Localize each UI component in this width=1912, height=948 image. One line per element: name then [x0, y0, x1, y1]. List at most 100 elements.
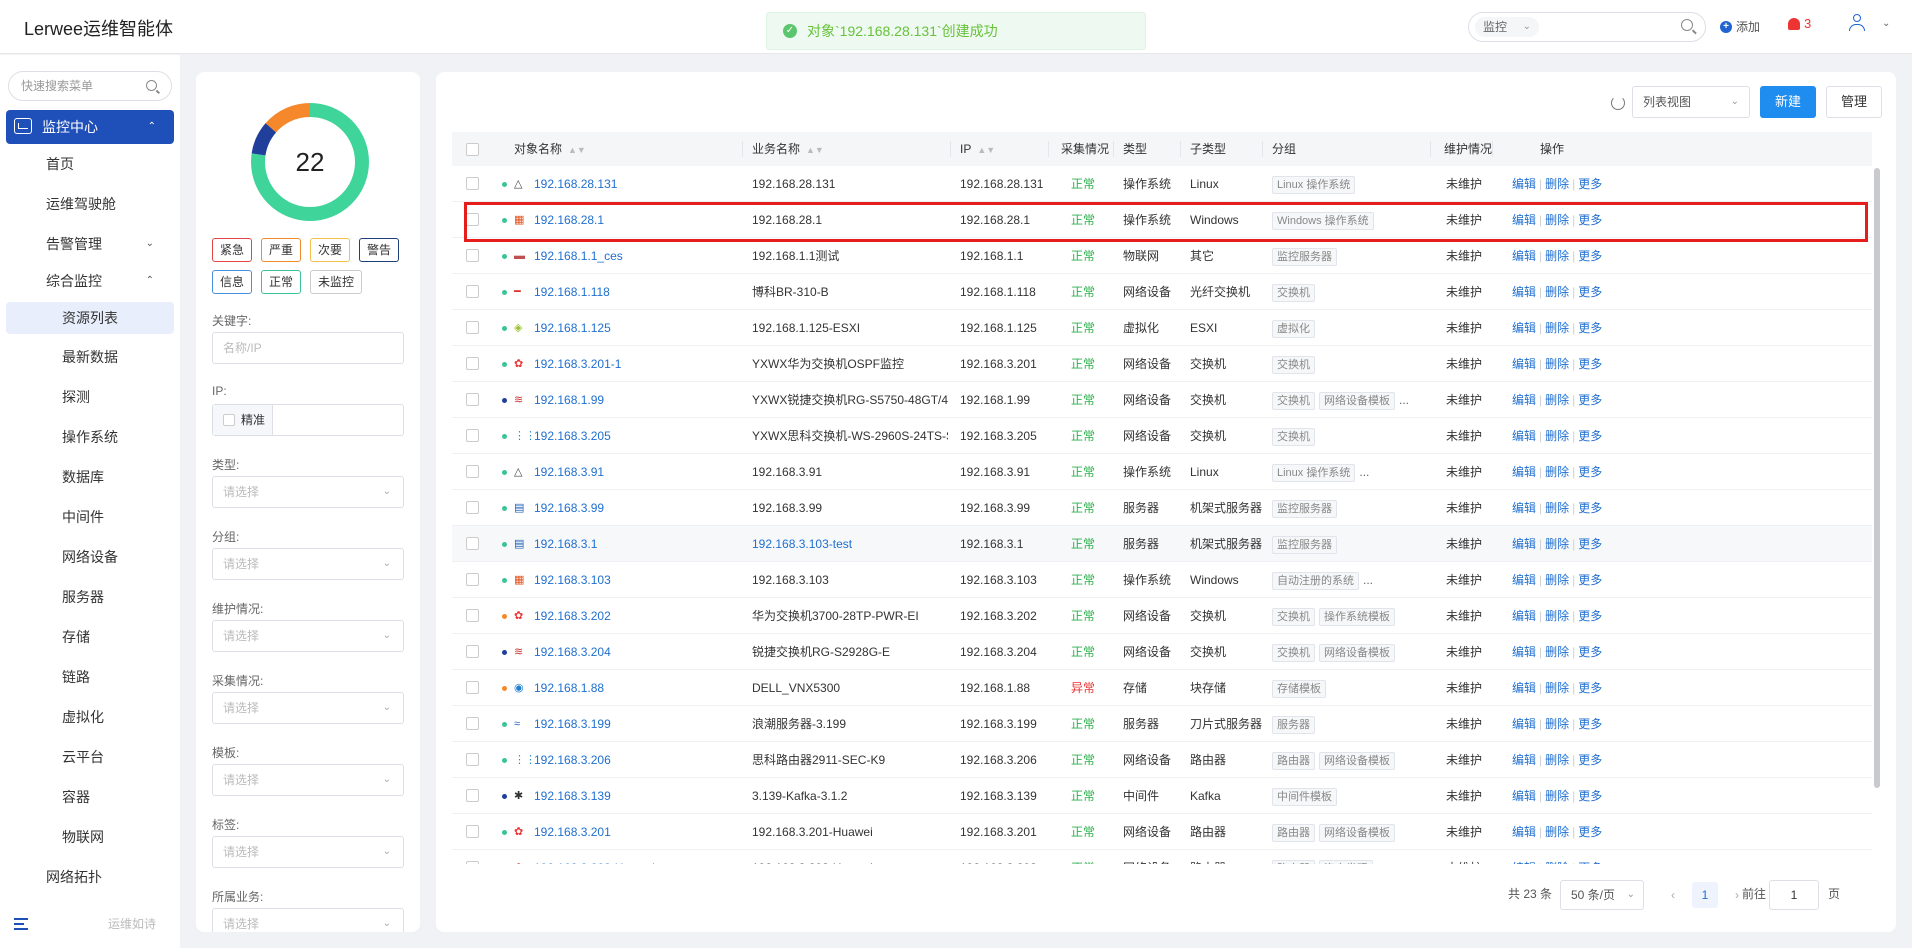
filter-tag-minor[interactable]: 次要 [310, 238, 351, 262]
sidebar-item-link[interactable]: 链路 [0, 662, 180, 692]
object-name-link[interactable]: 192.168.28.131 [534, 166, 738, 202]
more-link[interactable]: 更多 [1578, 537, 1602, 551]
more-link[interactable]: 更多 [1578, 249, 1602, 263]
sidebar-item-resource-list[interactable]: 资源列表 [6, 302, 174, 334]
search-icon[interactable] [1681, 19, 1693, 31]
edit-link[interactable]: 编辑 [1512, 465, 1536, 479]
object-name-link[interactable]: 192.168.3.205 [534, 418, 738, 454]
more-link[interactable]: 更多 [1578, 717, 1602, 731]
object-name-link[interactable]: 192.168.3.139 [534, 778, 738, 814]
edit-link[interactable]: 编辑 [1512, 177, 1536, 191]
more-link[interactable]: 更多 [1578, 285, 1602, 299]
object-name-link[interactable]: 192.168.3.208-Huawei [534, 850, 738, 864]
object-name-link[interactable]: 192.168.3.202 [534, 598, 738, 634]
object-name-link[interactable]: 192.168.3.204 [534, 634, 738, 670]
more-link[interactable]: 更多 [1578, 753, 1602, 767]
edit-link[interactable]: 编辑 [1512, 501, 1536, 515]
edit-link[interactable]: 编辑 [1512, 573, 1536, 587]
sidebar-group-monitor-center[interactable]: 监控中心 ⌃ [6, 110, 174, 144]
table-row[interactable]: ▦ 192.168.3.103 192.168.3.103 192.168.3.… [452, 562, 1872, 598]
delete-link[interactable]: 删除 [1545, 753, 1569, 767]
edit-link[interactable]: 编辑 [1512, 753, 1536, 767]
header-ip[interactable]: IP ▲▼ [960, 132, 995, 166]
edit-link[interactable]: 编辑 [1512, 357, 1536, 371]
edit-link[interactable]: 编辑 [1512, 321, 1536, 335]
delete-link[interactable]: 删除 [1545, 285, 1569, 299]
delete-link[interactable]: 删除 [1545, 465, 1569, 479]
table-row[interactable]: ✿ 192.168.3.208-Huawei 192.168.3.208-Hua… [452, 850, 1872, 864]
collect-select[interactable]: 请选择 ⌄ [212, 692, 404, 724]
sidebar-item-os[interactable]: 操作系统 [0, 422, 180, 452]
more-groups[interactable]: ... [1363, 573, 1373, 587]
delete-link[interactable]: 删除 [1545, 825, 1569, 839]
more-link[interactable]: 更多 [1578, 609, 1602, 623]
sidebar-item-probe[interactable]: 探测 [0, 382, 180, 412]
edit-link[interactable]: 编辑 [1512, 717, 1536, 731]
global-search[interactable]: 监控 ⌄ [1468, 12, 1706, 42]
edit-link[interactable]: 编辑 [1512, 645, 1536, 659]
delete-link[interactable]: 删除 [1545, 717, 1569, 731]
table-row[interactable]: ⋮⋮ 192.168.3.205 YXWX思科交换机-WS-2960S-24TS… [452, 418, 1872, 454]
table-row[interactable]: ◈ 192.168.1.125 192.168.1.125-ESXI 192.1… [452, 310, 1872, 346]
row-checkbox[interactable] [466, 249, 479, 262]
more-link[interactable]: 更多 [1578, 357, 1602, 371]
delete-link[interactable]: 删除 [1545, 357, 1569, 371]
row-checkbox[interactable] [466, 321, 479, 334]
row-checkbox[interactable] [466, 609, 479, 622]
more-link[interactable]: 更多 [1578, 645, 1602, 659]
vertical-scrollbar[interactable] [1874, 168, 1880, 788]
row-checkbox[interactable] [466, 501, 479, 514]
goto-page-input[interactable]: 1 [1769, 880, 1819, 910]
object-name-link[interactable]: 192.168.1.1_ces [534, 238, 738, 274]
header-name[interactable]: 对象名称 ▲▼ [514, 132, 586, 166]
sidebar-item-virtualization[interactable]: 虚拟化 [0, 702, 180, 732]
more-link[interactable]: 更多 [1578, 321, 1602, 335]
object-name-link[interactable]: 192.168.1.88 [534, 670, 738, 706]
sidebar-item-server[interactable]: 服务器 [0, 582, 180, 612]
row-checkbox[interactable] [466, 573, 479, 586]
row-checkbox[interactable] [466, 825, 479, 838]
prev-page-button[interactable]: ‹ [1660, 882, 1686, 908]
edit-link[interactable]: 编辑 [1512, 429, 1536, 443]
table-row[interactable]: ▤ 192.168.3.99 192.168.3.99 192.168.3.99… [452, 490, 1872, 526]
sidebar-item-alarm[interactable]: 告警管理 ⌄ [0, 229, 180, 259]
type-select[interactable]: 请选择 ⌄ [212, 476, 404, 508]
chevron-down-icon[interactable]: ⌄ [1882, 18, 1890, 29]
table-row[interactable]: △ 192.168.3.91 192.168.3.91 192.168.3.91… [452, 454, 1872, 490]
row-checkbox[interactable] [466, 429, 479, 442]
delete-link[interactable]: 删除 [1545, 645, 1569, 659]
delete-link[interactable]: 删除 [1545, 789, 1569, 803]
row-checkbox[interactable] [466, 285, 479, 298]
object-name-link[interactable]: 192.168.3.103 [534, 562, 738, 598]
delete-link[interactable]: 删除 [1545, 249, 1569, 263]
group-select[interactable]: 请选择 ⌄ [212, 548, 404, 580]
sidebar-item-topology[interactable]: 网络拓扑 [0, 862, 180, 892]
refresh-icon[interactable] [1611, 96, 1625, 110]
more-link[interactable]: 更多 [1578, 681, 1602, 695]
maintenance-select[interactable]: 请选择 ⌄ [212, 620, 404, 652]
row-checkbox[interactable] [466, 753, 479, 766]
table-row[interactable]: ◉ 192.168.1.88 DELL_VNX5300 192.168.1.88… [452, 670, 1872, 706]
page-number-current[interactable]: 1 [1692, 882, 1718, 908]
object-name-link[interactable]: 192.168.1.125 [534, 310, 738, 346]
delete-link[interactable]: 删除 [1545, 501, 1569, 515]
ip-input[interactable]: 精准 [212, 404, 404, 436]
object-name-link[interactable]: 192.168.3.91 [534, 454, 738, 490]
edit-link[interactable]: 编辑 [1512, 825, 1536, 839]
delete-link[interactable]: 删除 [1545, 681, 1569, 695]
delete-link[interactable]: 删除 [1545, 609, 1569, 623]
menu-search-input[interactable]: 快速搜索菜单 [8, 71, 172, 101]
edit-link[interactable]: 编辑 [1512, 537, 1536, 551]
more-link[interactable]: 更多 [1578, 393, 1602, 407]
page-size-select[interactable]: 50 条/页 ⌄ [1560, 880, 1644, 910]
more-link[interactable]: 更多 [1578, 861, 1602, 864]
edit-link[interactable]: 编辑 [1512, 861, 1536, 864]
table-row[interactable]: ≋ 192.168.3.204 锐捷交换机RG-S2928G-E 192.168… [452, 634, 1872, 670]
more-link[interactable]: 更多 [1578, 177, 1602, 191]
user-icon[interactable] [1848, 14, 1866, 32]
more-groups[interactable]: ... [1359, 465, 1369, 479]
search-scope-select[interactable]: 监控 ⌄ [1475, 17, 1539, 37]
delete-link[interactable]: 删除 [1545, 429, 1569, 443]
row-checkbox[interactable] [466, 177, 479, 190]
edit-link[interactable]: 编辑 [1512, 789, 1536, 803]
